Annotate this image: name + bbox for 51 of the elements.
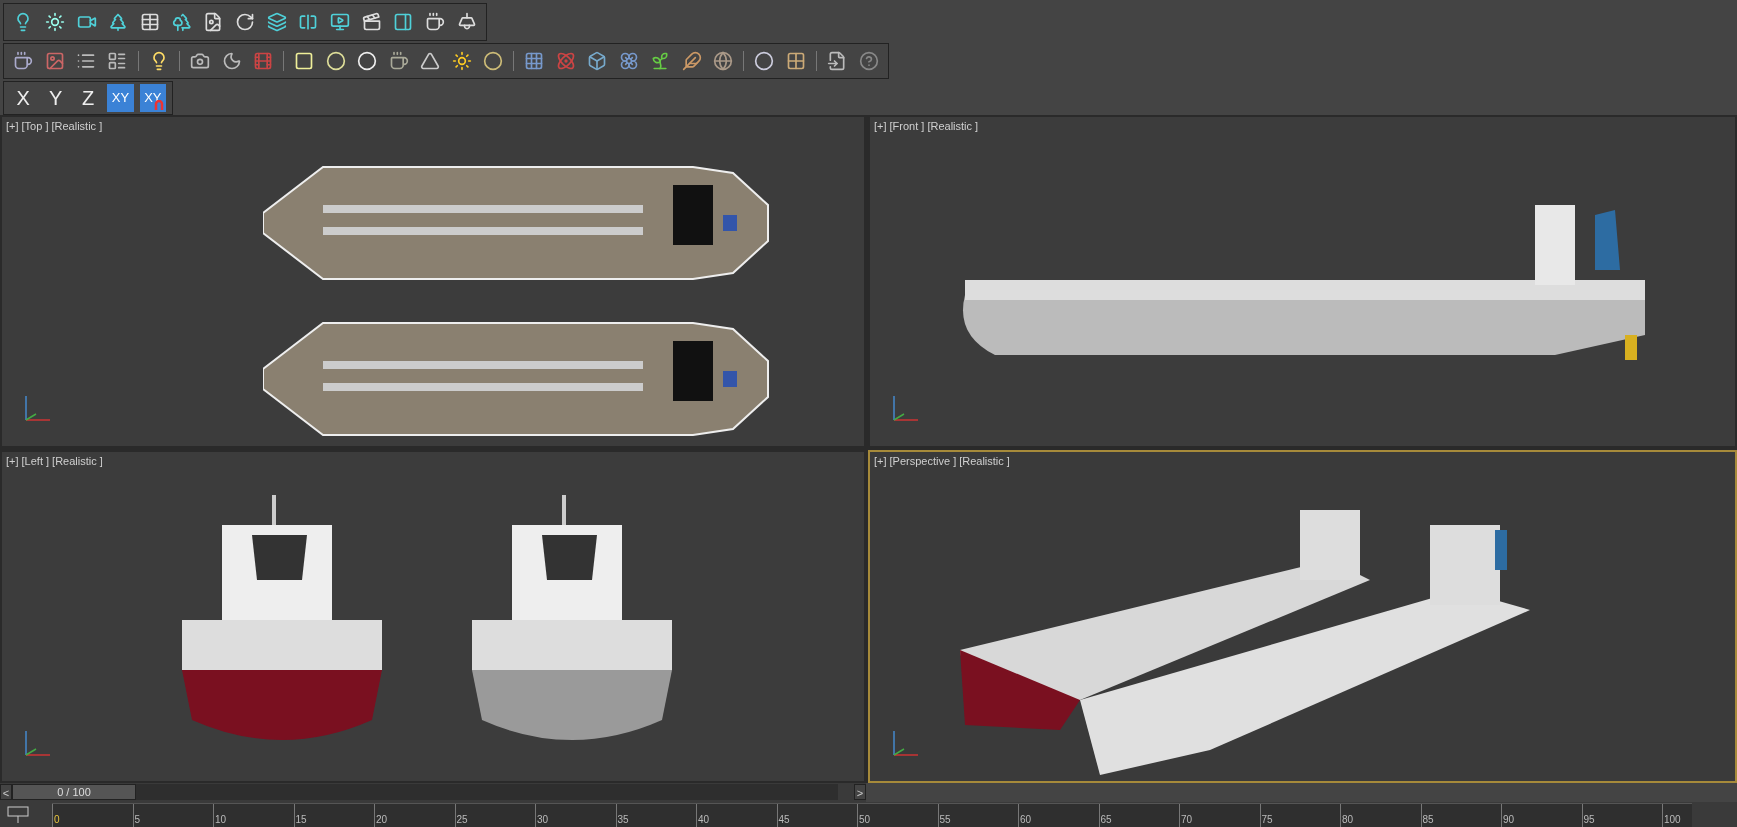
timeline-tick-label: 90 [1502, 814, 1516, 826]
viewport-menu[interactable]: [+] [6, 453, 19, 470]
sun-icon[interactable] [450, 49, 473, 73]
time-slider-thumb[interactable]: 0 / 100 [12, 784, 136, 801]
layers-icon[interactable] [265, 10, 289, 34]
timeline-tick-label: 55 [938, 814, 952, 826]
timeline-tick-label: 60 [1019, 814, 1033, 826]
timeline-tick-label: 35 [616, 814, 630, 826]
axis-constraint-button[interactable]: XY [107, 84, 134, 112]
previous-frame-button[interactable]: < [0, 784, 12, 801]
viewport[interactable]: [+] [Top ] [Realistic ] [0, 115, 866, 448]
timeline-tick-label: 20 [375, 814, 389, 826]
axis-constraint-button[interactable]: X [10, 84, 37, 112]
viewport-view-label[interactable]: [Perspective ] [889, 453, 957, 470]
viewport-view-label[interactable]: [Top ] [21, 118, 49, 135]
viewport-menu[interactable]: [+] [874, 453, 887, 470]
next-frame-button[interactable]: > [854, 784, 866, 801]
timeline-tick-label: 15 [294, 814, 308, 826]
sun-icon[interactable] [43, 10, 67, 34]
timeline-tick-label: 80 [1341, 814, 1355, 826]
viewport-view-label[interactable]: [Left ] [21, 453, 50, 470]
timeline-tick-label: 75 [1260, 814, 1274, 826]
viewport-shading-label[interactable]: [Realistic ] [51, 118, 103, 135]
timeline-tick-label: 45 [777, 814, 791, 826]
timeline-tick-label: 0 [53, 814, 61, 826]
timeline-tick-label: 40 [697, 814, 711, 826]
timeline-tick-label: 30 [536, 814, 550, 826]
magnet-icon [154, 100, 165, 110]
viewport[interactable]: [+] [Front ] [Realistic ] [868, 115, 1737, 448]
axis-constraint-button[interactable]: Y [42, 84, 69, 112]
viewport-view-label[interactable]: [Front ] [889, 118, 925, 135]
viewport[interactable]: [+] [Perspective ] [Realistic ] [868, 450, 1737, 783]
timeline-tick-label: 65 [1099, 814, 1113, 826]
viewport[interactable]: [+] [Left ] [Realistic ] [0, 450, 866, 783]
viewport-menu[interactable]: [+] [6, 118, 19, 135]
axis-constraint-button[interactable]: XY [139, 84, 167, 112]
viewport-menu[interactable]: [+] [874, 118, 887, 135]
viewport-shading-label[interactable]: [Realistic ] [927, 118, 979, 135]
timeline-tick-label: 85 [1421, 814, 1435, 826]
timeline-tick-label: 95 [1582, 814, 1596, 826]
help-icon[interactable] [857, 49, 880, 73]
viewport-shading-label[interactable]: [Realistic ] [959, 453, 1010, 470]
timeline-tick-label: 70 [1180, 814, 1194, 826]
timeline-tick-label: 50 [858, 814, 872, 826]
timeline-tick-label: 5 [133, 814, 142, 826]
viewport-shading-label[interactable]: [Realistic ] [52, 453, 103, 470]
timeline-tick-label: 100 [1663, 814, 1682, 826]
axis-constraint-button[interactable]: Z [74, 84, 102, 112]
timeline-tick-label: 25 [455, 814, 469, 826]
time-slider-track[interactable]: 0 / 100 [12, 784, 838, 801]
timeline-tick-label: 10 [214, 814, 228, 826]
